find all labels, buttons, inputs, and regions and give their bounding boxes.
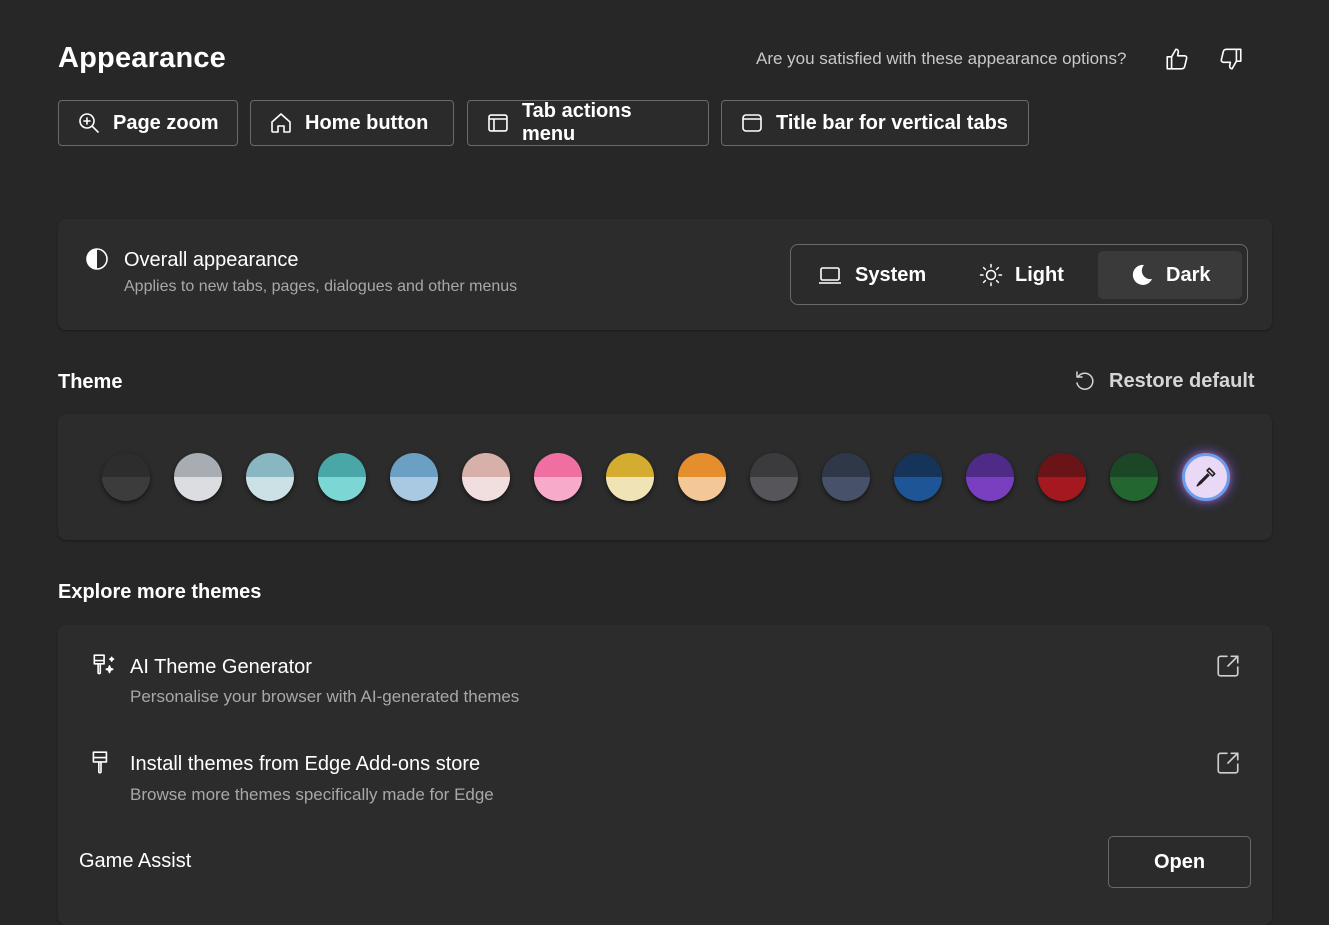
theme-swatch[interactable] bbox=[606, 453, 654, 501]
external-link-icon[interactable] bbox=[1215, 653, 1241, 679]
laptop-icon bbox=[819, 267, 841, 284]
thumbs-down-button[interactable] bbox=[1214, 42, 1248, 76]
feedback-question: Are you satisfied with these appearance … bbox=[756, 49, 1127, 68]
undo-icon bbox=[1076, 371, 1094, 390]
title-bar-vertical-tabs-chip[interactable]: Title bar for vertical tabs bbox=[721, 100, 1029, 146]
theme-swatch[interactable] bbox=[822, 453, 870, 501]
contrast-icon bbox=[85, 247, 109, 271]
install-themes-title[interactable]: Install themes from Edge Add-ons store bbox=[130, 753, 480, 776]
theme-swatch[interactable] bbox=[246, 453, 294, 501]
paint-brush-icon bbox=[90, 750, 112, 776]
thumbs-up-icon bbox=[1166, 48, 1188, 70]
ai-theme-brush-icon bbox=[90, 653, 116, 679]
page-zoom-chip[interactable]: Page zoom bbox=[58, 100, 238, 146]
appearance-mode-selector: System Light Dark bbox=[790, 244, 1248, 305]
eyedropper-icon bbox=[1196, 467, 1216, 487]
theme-swatch[interactable] bbox=[1038, 453, 1086, 501]
theme-swatch[interactable] bbox=[966, 453, 1014, 501]
external-link-icon[interactable] bbox=[1215, 750, 1241, 776]
overall-appearance-subtitle: Applies to new tabs, pages, dialogues an… bbox=[124, 278, 518, 295]
thumbs-up-button[interactable] bbox=[1160, 42, 1194, 76]
theme-swatch[interactable] bbox=[102, 453, 150, 501]
window-icon bbox=[742, 114, 762, 132]
ai-theme-generator-subtitle: Personalise your browser with AI-generat… bbox=[130, 687, 520, 706]
install-themes-subtitle: Browse more themes specifically made for… bbox=[130, 785, 494, 804]
moon-icon bbox=[1132, 264, 1152, 285]
restore-default-button[interactable]: Restore default bbox=[1073, 369, 1255, 393]
theme-swatch[interactable] bbox=[894, 453, 942, 501]
sun-icon bbox=[979, 263, 1003, 287]
restore-default-label: Restore default bbox=[1109, 369, 1255, 392]
chip-label: Page zoom bbox=[113, 111, 219, 134]
mode-option-system[interactable]: System bbox=[817, 251, 926, 299]
mode-label: System bbox=[855, 263, 927, 286]
game-assist-label: Game Assist bbox=[79, 850, 192, 872]
chip-label: Tab actions menu bbox=[521, 100, 632, 145]
theme-swatch[interactable] bbox=[534, 453, 582, 501]
theme-swatch[interactable] bbox=[678, 453, 726, 501]
theme-swatch[interactable] bbox=[318, 453, 366, 501]
game-assist-open-button[interactable]: Open bbox=[1108, 836, 1251, 888]
theme-card bbox=[58, 414, 1272, 540]
home-icon bbox=[271, 113, 291, 133]
custom-theme-color-button[interactable] bbox=[1182, 453, 1230, 501]
mode-option-dark[interactable]: Dark bbox=[1098, 251, 1242, 299]
theme-swatch[interactable] bbox=[390, 453, 438, 501]
page-title: Appearance bbox=[58, 42, 227, 74]
chip-label: Title bar for vertical tabs bbox=[776, 111, 1008, 134]
theme-swatch[interactable] bbox=[1110, 453, 1158, 501]
theme-section-title: Theme bbox=[58, 371, 123, 393]
thumbs-down-icon bbox=[1220, 48, 1242, 70]
theme-swatch[interactable] bbox=[462, 453, 510, 501]
mode-label: Dark bbox=[1166, 263, 1211, 286]
theme-swatch[interactable] bbox=[750, 453, 798, 501]
explore-themes-title: Explore more themes bbox=[58, 581, 262, 603]
home-button-chip[interactable]: Home button bbox=[250, 100, 454, 146]
mode-label: Light bbox=[1015, 263, 1064, 286]
ai-theme-generator-title[interactable]: AI Theme Generator bbox=[130, 656, 312, 679]
tab-actions-icon bbox=[488, 114, 508, 132]
overall-appearance-title: Overall appearance bbox=[124, 249, 299, 271]
theme-swatch[interactable] bbox=[174, 453, 222, 501]
tab-actions-menu-chip[interactable]: Tab actions menu bbox=[467, 100, 709, 146]
zoom-in-icon bbox=[79, 113, 99, 133]
mode-option-light[interactable]: Light bbox=[979, 251, 1064, 299]
chip-label: Home button bbox=[305, 111, 429, 134]
